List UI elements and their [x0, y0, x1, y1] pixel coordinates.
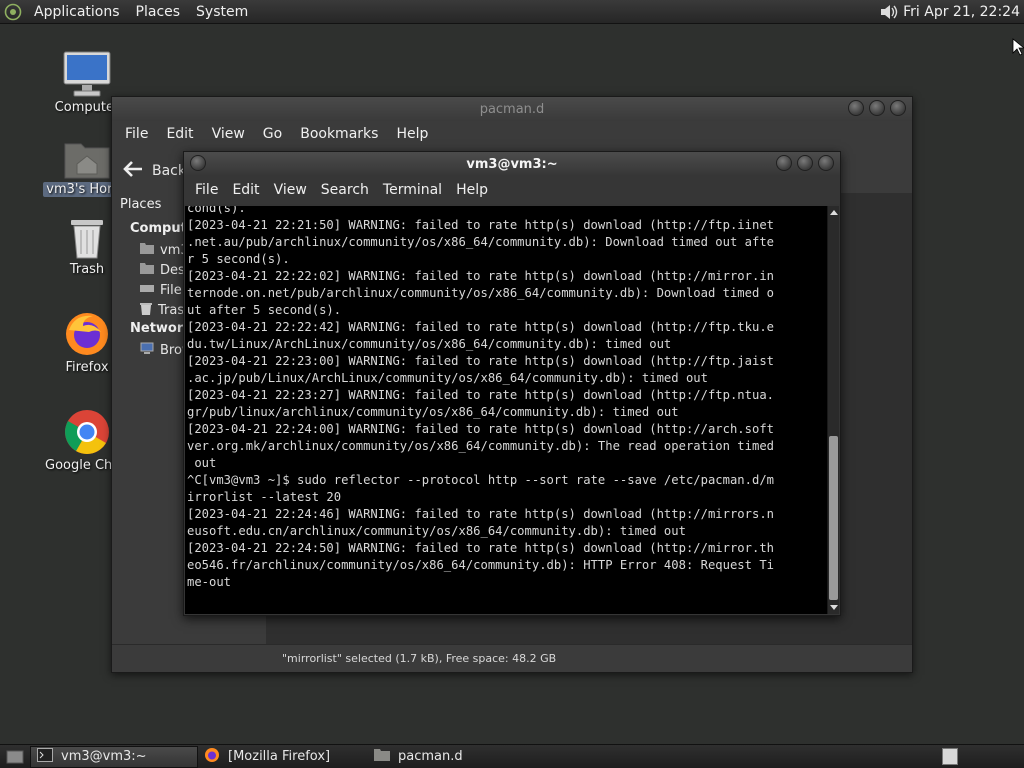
terminal-menubar: File Edit View Search Terminal Help: [184, 176, 840, 204]
desktop-folder-icon: [140, 262, 154, 278]
terminal-menu-terminal[interactable]: Terminal: [376, 182, 449, 198]
trash-icon: [140, 302, 152, 319]
firefox-icon: [204, 747, 220, 767]
computer-icon: [42, 46, 132, 98]
terminal-menu-edit[interactable]: Edit: [225, 182, 266, 198]
terminal-icon: [37, 747, 53, 766]
sidebar-places-header[interactable]: Places: [120, 197, 161, 212]
fm-titlebar[interactable]: pacman.d: [112, 97, 912, 121]
terminal-title: vm3@vm3:~: [466, 156, 558, 172]
mouse-cursor-icon: [1012, 38, 1024, 60]
fm-menu-go[interactable]: Go: [254, 126, 291, 142]
system-menu[interactable]: System: [188, 0, 256, 24]
terminal-menu-file[interactable]: File: [188, 182, 225, 198]
home-folder-icon: [140, 242, 154, 258]
fm-window-controls: [848, 100, 906, 116]
sidebar-item-home[interactable]: vm3: [140, 242, 189, 258]
bottom-panel: vm3@vm3:~ [Mozilla Firefox] pacman.d: [0, 744, 1024, 768]
scrollbar-thumb[interactable]: [829, 436, 838, 600]
distro-logo-icon[interactable]: [0, 0, 26, 24]
network-icon: [140, 342, 154, 359]
terminal-titlebar[interactable]: vm3@vm3:~: [184, 152, 840, 176]
fm-menu-edit[interactable]: Edit: [157, 126, 202, 142]
fm-menu-bookmarks[interactable]: Bookmarks: [291, 126, 387, 142]
terminal-menu-search[interactable]: Search: [314, 182, 376, 198]
terminal-menu-help[interactable]: Help: [449, 182, 495, 198]
back-button[interactable]: Back: [122, 159, 186, 183]
workspace-switcher[interactable]: [942, 748, 958, 765]
folder-icon: [374, 748, 390, 765]
scroll-down-icon[interactable]: [828, 602, 840, 614]
task-label: pacman.d: [398, 749, 463, 764]
top-panel: Applications Places System Fri Apr 21, 2…: [0, 0, 1024, 24]
task-label: vm3@vm3:~: [61, 749, 147, 764]
terminal-window[interactable]: vm3@vm3:~ File Edit View Search Terminal…: [183, 151, 841, 616]
desktop-icon-label: Trash: [69, 262, 105, 277]
show-desktop-icon[interactable]: [0, 746, 30, 768]
fm-menu-file[interactable]: File: [116, 126, 157, 142]
back-arrow-icon: [122, 159, 144, 183]
terminal-output: cond(s). [2023-04-21 22:21:50] WARNING: …: [187, 206, 774, 589]
terminal-menu-view[interactable]: View: [267, 182, 314, 198]
task-label: [Mozilla Firefox]: [228, 749, 331, 764]
task-file-manager[interactable]: pacman.d: [368, 746, 538, 768]
speaker-icon[interactable]: [875, 0, 903, 24]
window-menu-button[interactable]: [190, 155, 206, 171]
terminal-scrollbar[interactable]: [827, 206, 839, 614]
fm-statusbar: "mirrorlist" selected (1.7 kB), Free spa…: [112, 644, 912, 672]
terminal-output-area[interactable]: cond(s). [2023-04-21 22:21:50] WARNING: …: [185, 206, 827, 614]
fm-menu-view[interactable]: View: [203, 126, 254, 142]
fm-title: pacman.d: [479, 101, 545, 117]
close-button[interactable]: [890, 100, 906, 116]
back-label: Back: [152, 163, 186, 179]
desktop-icon-label: Firefox: [65, 360, 109, 375]
task-terminal[interactable]: vm3@vm3:~: [30, 745, 198, 768]
minimize-button[interactable]: [848, 100, 864, 116]
task-firefox[interactable]: [Mozilla Firefox]: [198, 746, 368, 768]
fm-menubar: File Edit View Go Bookmarks Help: [112, 121, 912, 147]
minimize-button[interactable]: [776, 155, 792, 171]
maximize-button[interactable]: [869, 100, 885, 116]
fm-menu-help[interactable]: Help: [387, 126, 437, 142]
close-button[interactable]: [818, 155, 834, 171]
terminal-window-controls: [776, 155, 834, 171]
applications-menu[interactable]: Applications: [26, 0, 128, 24]
clock[interactable]: Fri Apr 21, 22:24: [903, 4, 1024, 20]
drive-icon: [140, 282, 154, 298]
scroll-up-icon[interactable]: [828, 206, 840, 218]
maximize-button[interactable]: [797, 155, 813, 171]
places-menu[interactable]: Places: [128, 0, 189, 24]
